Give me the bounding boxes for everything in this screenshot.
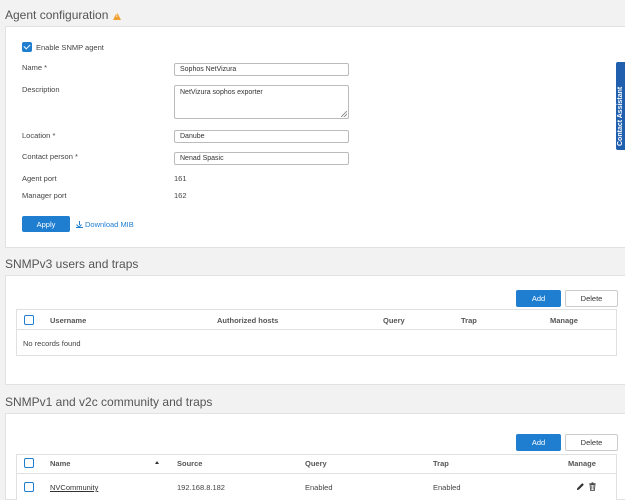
agent-config-title-text: Agent configuration xyxy=(5,8,109,22)
contact-person-input[interactable]: Nenad Spasic xyxy=(174,152,349,165)
column-header-trap[interactable]: Trap xyxy=(433,459,449,468)
snmpv3-select-all-checkbox[interactable] xyxy=(24,315,34,325)
snmpv1-select-all-checkbox[interactable] xyxy=(24,458,34,468)
trash-icon[interactable] xyxy=(588,482,597,491)
row-source: 192.168.8.182 xyxy=(177,483,225,492)
description-value: NetVizura sophos exporter xyxy=(180,89,263,96)
snmpv3-delete-button[interactable]: Delete xyxy=(565,290,618,307)
enable-snmp-label: Enable SNMP agent xyxy=(36,43,104,52)
contact-assistant-tab[interactable]: Contact Assistant xyxy=(616,62,625,150)
name-input[interactable]: Sophos NetVizura xyxy=(174,63,349,76)
contact-person-label: Contact person * xyxy=(22,152,78,161)
column-header-name[interactable]: Name xyxy=(50,459,70,468)
column-header-username[interactable]: Username xyxy=(50,316,86,325)
manager-port-value: 162 xyxy=(174,191,187,200)
snmpv3-title-text: SNMPv3 users and traps xyxy=(5,257,139,271)
warning-icon xyxy=(113,12,122,20)
agent-config-title: Agent configuration xyxy=(5,8,122,22)
manager-port-label: Manager port xyxy=(22,191,67,200)
snmpv1-delete-button[interactable]: Delete xyxy=(565,434,618,451)
header-divider xyxy=(17,329,616,330)
download-icon xyxy=(76,221,83,228)
location-input[interactable]: Danube xyxy=(174,130,349,143)
snmpv3-table: Username Authorized hosts Query Trap Man… xyxy=(16,309,617,356)
row-checkbox[interactable] xyxy=(24,482,34,492)
community-name-link[interactable]: NVCommunity xyxy=(50,483,98,492)
row-trap: Enabled xyxy=(433,483,461,492)
enable-snmp-checkbox[interactable] xyxy=(22,42,32,52)
download-mib-label: Download MIB xyxy=(85,220,134,229)
column-header-authorized-hosts[interactable]: Authorized hosts xyxy=(217,316,278,325)
contact-assistant-label: Contact Assistant xyxy=(617,86,624,146)
location-label: Location * xyxy=(22,131,56,140)
column-header-manage: Manage xyxy=(568,459,596,468)
table-row[interactable]: NVCommunity 192.168.8.182 Enabled Enable… xyxy=(17,474,616,498)
agent-config-panel: Enable SNMP agent Name * Sophos NetVizur… xyxy=(5,26,625,248)
name-label: Name * xyxy=(22,63,48,72)
snmpv3-panel: Add Delete Username Authorized hosts Que… xyxy=(5,275,625,385)
row-query: Enabled xyxy=(305,483,333,492)
apply-button[interactable]: Apply xyxy=(22,216,70,232)
empty-state-text: No records found xyxy=(23,339,81,348)
column-header-manage: Manage xyxy=(550,316,578,325)
agent-port-label: Agent port xyxy=(22,174,57,183)
agent-port-value: 161 xyxy=(174,174,187,183)
snmpv1-title-text: SNMPv1 and v2c community and traps xyxy=(5,395,213,409)
snmpv1-table: Name Source Query Trap Manage NVCommunit… xyxy=(16,454,617,500)
snmpv3-title: SNMPv3 users and traps xyxy=(5,257,138,271)
snmpv1-add-button[interactable]: Add xyxy=(516,434,561,451)
description-textarea[interactable]: NetVizura sophos exporter xyxy=(174,85,349,119)
column-header-query[interactable]: Query xyxy=(305,459,327,468)
resize-grip-icon[interactable] xyxy=(341,111,347,117)
column-header-trap[interactable]: Trap xyxy=(461,316,477,325)
sort-ascending-icon[interactable] xyxy=(155,461,159,464)
description-label: Description xyxy=(22,85,60,94)
snmpv1-panel: Add Delete Name Source Query Trap Manage… xyxy=(5,413,625,500)
edit-pencil-icon[interactable] xyxy=(576,482,585,491)
snmpv3-add-button[interactable]: Add xyxy=(516,290,561,307)
column-header-source[interactable]: Source xyxy=(177,459,202,468)
snmpv1-title: SNMPv1 and v2c community and traps xyxy=(5,395,212,409)
column-header-query[interactable]: Query xyxy=(383,316,405,325)
download-mib-link[interactable]: Download MIB xyxy=(76,220,134,229)
